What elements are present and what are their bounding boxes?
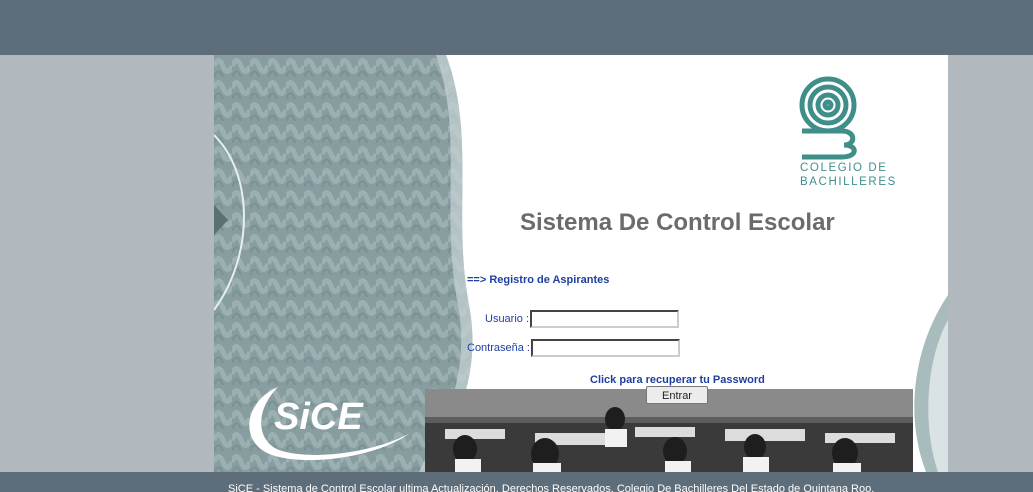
footer-bar: SiCE - Sistema de Control Escolar ultima… [0, 472, 1033, 492]
sice-logo-text: SiCE [274, 396, 364, 438]
entrar-button[interactable]: Entrar [646, 386, 708, 404]
sice-logo: SiCE [249, 387, 410, 461]
contrasena-label: Contraseña : [467, 342, 530, 354]
logo-text-line1: COLEGIO DE [800, 162, 888, 174]
login-panel: COLEGIO DE BACHILLERES Sistema De Contro… [214, 55, 948, 472]
top-bar [0, 0, 1033, 55]
usuario-input[interactable] [530, 310, 679, 328]
contrasena-input[interactable] [531, 339, 680, 357]
page-title: Sistema De Control Escolar [520, 209, 835, 236]
footer-text: SiCE - Sistema de Control Escolar ultima… [228, 483, 875, 492]
recover-password-link[interactable]: Click para recuperar tu Password [590, 374, 765, 386]
usuario-label: Usuario : [485, 313, 530, 325]
registro-aspirantes-link[interactable]: ==> Registro de Aspirantes [467, 274, 609, 286]
logo-text-line2: BACHILLERES [800, 176, 897, 188]
